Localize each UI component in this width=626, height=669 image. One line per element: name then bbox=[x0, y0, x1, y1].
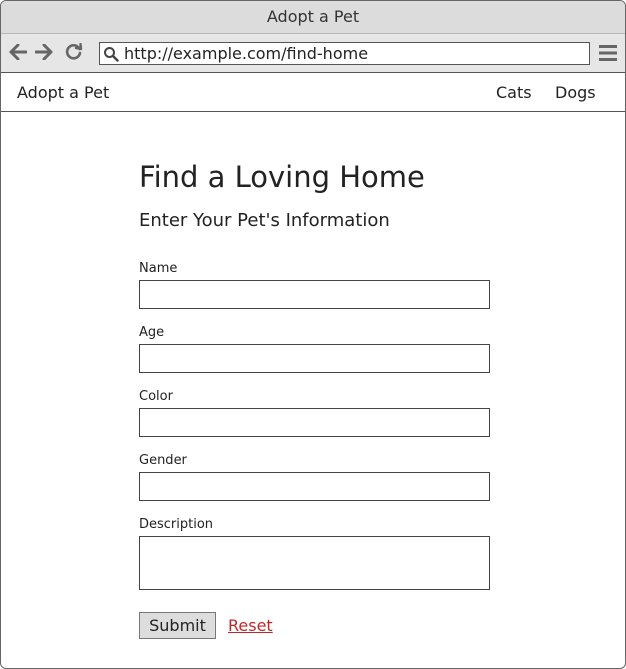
search-icon bbox=[100, 46, 122, 62]
address-bar[interactable] bbox=[99, 42, 590, 65]
age-label: Age bbox=[139, 325, 165, 340]
description-field[interactable] bbox=[139, 536, 490, 590]
description-label: Description bbox=[139, 517, 214, 532]
color-label: Color bbox=[139, 389, 173, 404]
back-button[interactable] bbox=[7, 41, 29, 63]
reset-link[interactable]: Reset bbox=[228, 616, 273, 635]
color-field[interactable] bbox=[139, 408, 490, 437]
page-title: Find a Loving Home bbox=[139, 160, 425, 194]
nav-link-cats[interactable]: Cats bbox=[496, 83, 532, 102]
browser-menu-button[interactable] bbox=[598, 43, 618, 63]
url-input[interactable] bbox=[122, 44, 564, 63]
main-content: Find a Loving Home Enter Your Pet's Info… bbox=[139, 159, 499, 639]
browser-toolbar bbox=[1, 34, 625, 73]
site-navbar: Adopt a Pet Cats Dogs bbox=[1, 73, 625, 112]
form-actions: Submit Reset bbox=[139, 612, 499, 639]
submit-button[interactable]: Submit bbox=[139, 612, 216, 639]
name-field[interactable] bbox=[139, 280, 490, 309]
nav-link-dogs[interactable]: Dogs bbox=[555, 83, 596, 102]
reload-icon bbox=[65, 43, 83, 60]
browser-window: Adopt a Pet http://example.com/find-home… bbox=[0, 0, 626, 669]
hamburger-menu-icon bbox=[599, 45, 617, 61]
pet-info-form: Name Age Color Gender Description Submit… bbox=[139, 261, 499, 639]
age-field[interactable] bbox=[139, 344, 490, 373]
forward-arrow-icon bbox=[35, 44, 53, 60]
window-title: Adopt a Pet bbox=[1, 1, 625, 34]
reload-button[interactable] bbox=[63, 41, 85, 63]
gender-field[interactable] bbox=[139, 472, 490, 501]
page-subtitle: Enter Your Pet's Information bbox=[139, 210, 390, 231]
gender-label: Gender bbox=[139, 453, 187, 468]
name-label: Name bbox=[139, 261, 178, 276]
forward-button[interactable] bbox=[33, 41, 55, 63]
back-arrow-icon bbox=[9, 44, 27, 60]
site-brand-link[interactable]: Adopt a Pet bbox=[17, 83, 109, 102]
